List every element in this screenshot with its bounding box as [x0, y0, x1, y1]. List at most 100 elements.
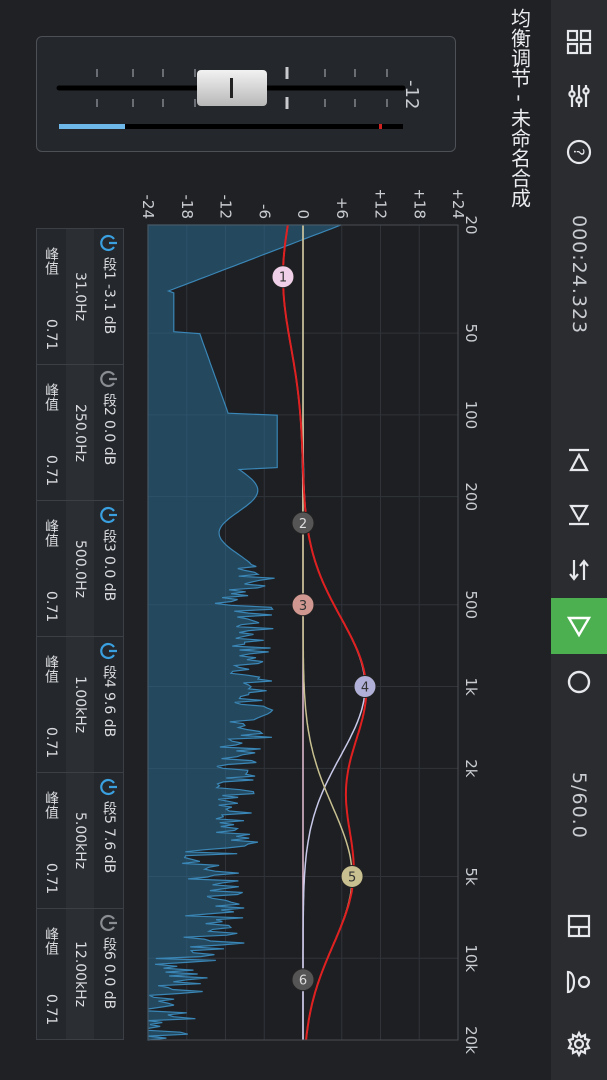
- skip-end-icon[interactable]: [551, 494, 607, 534]
- level-meter: [59, 124, 403, 129]
- band-name: 段5: [101, 801, 117, 824]
- band-name: 段6: [101, 937, 117, 960]
- band-row[interactable]: 段2 0.0 dB 250.0Hz 峰值 0.71: [37, 365, 123, 501]
- band-row[interactable]: 段1 -3.1 dB 31.0Hz 峰值 0.71: [37, 229, 123, 365]
- freq-tick-label: 1k: [462, 677, 480, 696]
- time-display: 000:24.323: [551, 200, 607, 350]
- freq-tick-label: 50: [462, 324, 480, 343]
- band-node-label: 2: [299, 517, 307, 532]
- help-icon[interactable]: ?: [551, 132, 607, 172]
- band-gain: 0.0 dB: [101, 419, 117, 466]
- power-icon[interactable]: [99, 913, 119, 933]
- band-node[interactable]: 4: [353, 675, 377, 699]
- band-node[interactable]: 5: [340, 864, 364, 888]
- band-node[interactable]: 6: [291, 968, 315, 992]
- frame-display: 5/60.0: [551, 760, 607, 850]
- band-gain: 7.6 dB: [101, 827, 117, 874]
- band-q: 0.71: [43, 993, 59, 1025]
- band-gain: -3.1 dB: [101, 283, 117, 335]
- band-node-label: 5: [348, 870, 356, 885]
- freq-tick-label: 2k: [462, 759, 480, 778]
- page-title-text: 均衡调节 - 未命名合成: [507, 8, 532, 208]
- freq-tick-label: 200: [462, 482, 480, 511]
- band-node-label: 4: [361, 681, 369, 696]
- db-tick-label: -6: [255, 204, 273, 219]
- band-q: 0.71: [43, 318, 59, 350]
- level-meter-fill: [59, 124, 125, 129]
- band-frequency: 5.00kHz: [72, 811, 88, 870]
- band-frequency: 250.0Hz: [72, 403, 88, 462]
- play-icon: [566, 616, 592, 638]
- band-gain: 0.0 dB: [101, 555, 117, 602]
- band-q: 0.71: [43, 726, 59, 758]
- grid-icon[interactable]: [551, 22, 607, 62]
- db-tick-label: -24: [139, 195, 157, 220]
- freq-tick-label: 20k: [462, 1026, 480, 1054]
- band-row[interactable]: 段3 0.0 dB 500.0Hz 峰值 0.71: [37, 501, 123, 637]
- band-type: 峰值: [43, 383, 59, 411]
- band-row[interactable]: 段5 7.6 dB 5.00kHz 峰值 0.71: [37, 773, 123, 909]
- toolbar: ? 000:24.323 5/60.0: [551, 0, 607, 1080]
- gain-value: -12: [401, 80, 422, 110]
- bands-table: 段1 -3.1 dB 31.0Hz 峰值 0.71 段2 0.0 dB 250.…: [36, 228, 124, 1040]
- band-name: 段1: [101, 257, 117, 280]
- db-tick-label: 0: [294, 209, 312, 219]
- band-node[interactable]: 1: [271, 265, 295, 289]
- user-icon[interactable]: [551, 962, 607, 1002]
- band-frequency: 1.00kHz: [72, 675, 88, 734]
- band-frequency: 12.00kHz: [72, 940, 88, 1008]
- freq-tick-label: 20: [462, 215, 480, 234]
- db-tick-label: -12: [217, 195, 235, 220]
- band-row[interactable]: 段4 9.6 dB 1.00kHz 峰值 0.71: [37, 637, 123, 773]
- frame-text: 5/60.0: [568, 771, 590, 839]
- band-row[interactable]: 段6 0.0 dB 12.00kHz 峰值 0.71: [37, 909, 123, 1039]
- clip-indicator: [379, 124, 382, 129]
- freq-tick-label: 5k: [462, 867, 480, 886]
- gain-panel: [36, 36, 456, 152]
- eq-screen: ? 000:24.323 5/60.0 均衡调节 - 未命名合成 -12 1 2…: [0, 0, 607, 1080]
- band-node-label: 1: [279, 271, 287, 286]
- freq-tick-label: 500: [462, 590, 480, 619]
- power-icon[interactable]: [99, 641, 119, 661]
- sliders-icon[interactable]: [551, 76, 607, 116]
- power-icon[interactable]: [99, 369, 119, 389]
- loop-icon[interactable]: [551, 548, 607, 592]
- band-name: 段3: [101, 529, 117, 552]
- db-tick-label: +18: [410, 190, 428, 219]
- power-icon[interactable]: [99, 777, 119, 797]
- band-q: 0.71: [43, 862, 59, 894]
- band-q: 0.71: [43, 454, 59, 486]
- time-text: 000:24.323: [568, 215, 590, 335]
- freq-tick-label: 100: [462, 401, 480, 430]
- band-name: 段2: [101, 393, 117, 416]
- band-node[interactable]: 2: [291, 511, 315, 535]
- band-type: 峰值: [43, 927, 59, 955]
- band-frequency: 31.0Hz: [72, 271, 88, 322]
- band-q: 0.71: [43, 590, 59, 622]
- svg-text:?: ?: [570, 148, 586, 155]
- db-tick-label: +6: [333, 197, 351, 219]
- band-gain: 9.6 dB: [101, 691, 117, 738]
- band-gain: 0.0 dB: [101, 963, 117, 1010]
- band-node-label: 6: [299, 974, 307, 989]
- band-type: 峰值: [43, 791, 59, 819]
- panel-icon[interactable]: [551, 906, 607, 946]
- power-icon[interactable]: [99, 505, 119, 525]
- band-type: 峰值: [43, 519, 59, 547]
- band-type: 峰值: [43, 655, 59, 683]
- gain-slider-thumb[interactable]: [197, 70, 267, 106]
- db-tick-label: -18: [178, 195, 196, 220]
- record-icon[interactable]: [551, 662, 607, 702]
- band-name: 段4: [101, 665, 117, 688]
- band-frequency: 500.0Hz: [72, 539, 88, 598]
- settings-icon[interactable]: [551, 1024, 607, 1064]
- band-type: 峰值: [43, 247, 59, 275]
- freq-tick-label: 10k: [462, 944, 480, 972]
- db-tick-label: +12: [372, 190, 390, 219]
- power-icon[interactable]: [99, 233, 119, 253]
- play-button[interactable]: [551, 598, 607, 654]
- band-node[interactable]: 3: [291, 593, 315, 617]
- page-title: 均衡调节 - 未命名合成: [500, 8, 540, 268]
- band-node-label: 3: [299, 599, 307, 614]
- skip-start-icon[interactable]: [551, 440, 607, 480]
